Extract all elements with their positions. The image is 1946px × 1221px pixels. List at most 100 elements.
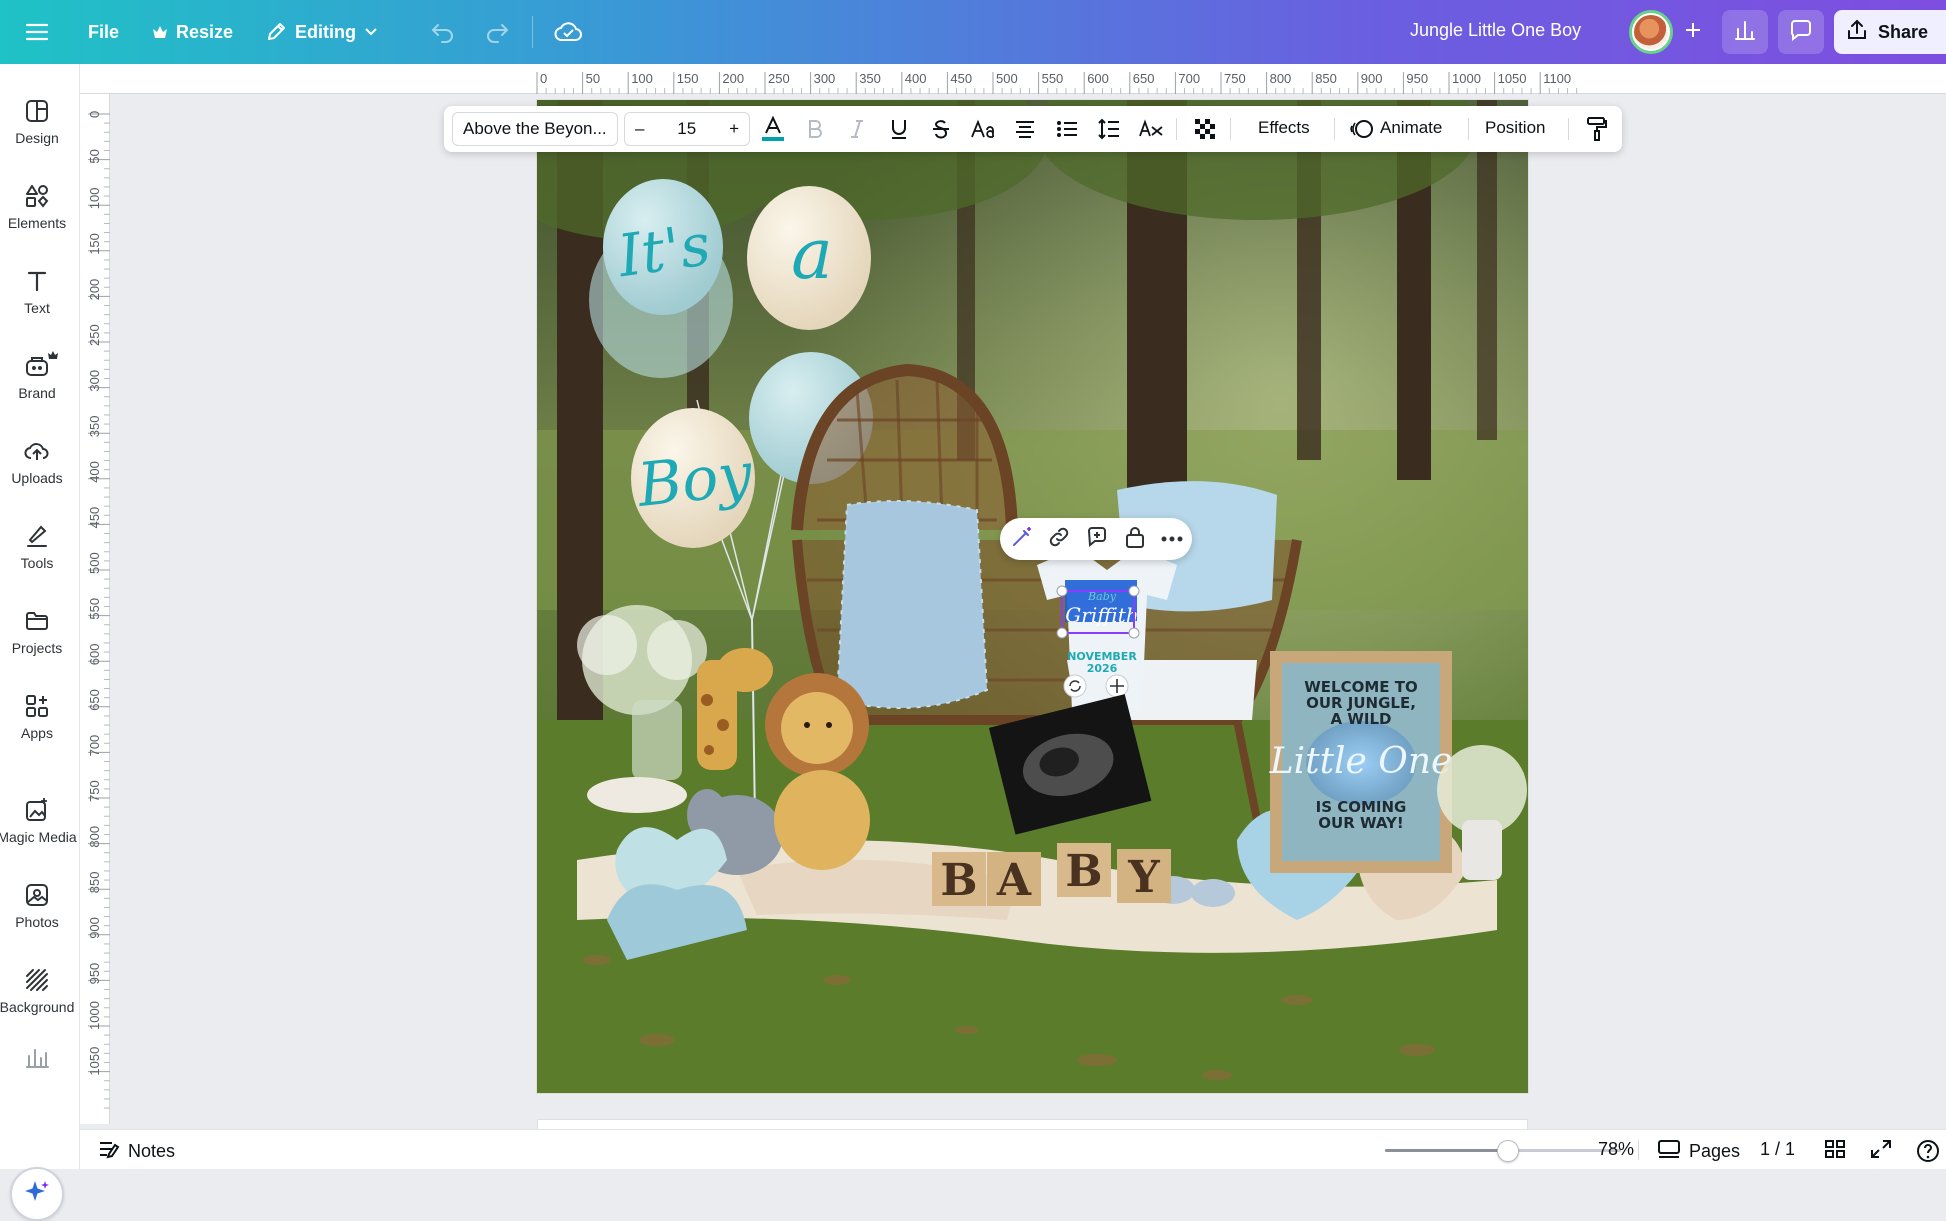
sidebar-item-elements[interactable]: Elements <box>0 169 74 245</box>
sidebar-item-background[interactable]: Background <box>0 953 74 1029</box>
pencil-icon <box>265 21 287 43</box>
lock-button[interactable] <box>1121 526 1149 552</box>
ruler-label: 50 <box>586 71 600 86</box>
decrease-font-size-button[interactable]: – <box>635 119 644 139</box>
save-status-button[interactable] <box>544 10 594 54</box>
ruler-label: 200 <box>722 71 744 86</box>
notes-button[interactable]: Notes <box>98 1139 175 1164</box>
animate-button[interactable]: Animate <box>1380 118 1442 138</box>
increase-font-size-button[interactable]: + <box>729 119 739 139</box>
sidebar-item-text[interactable]: Text <box>0 254 74 330</box>
transparency-button[interactable] <box>1190 114 1220 144</box>
letter-case-button[interactable] <box>968 114 998 144</box>
grid-view-button[interactable] <box>1824 1139 1846 1164</box>
comment-button[interactable] <box>1083 526 1111 552</box>
file-menu-button[interactable]: File <box>78 10 129 54</box>
align-button[interactable] <box>1010 114 1040 144</box>
ruler-label: 450 <box>950 71 972 86</box>
fullscreen-button[interactable] <box>1870 1139 1892 1164</box>
effects-button[interactable]: Effects <box>1258 118 1310 138</box>
design-page[interactable]: It's a Boy Baby Griffith NOVEMBER 2026 B… <box>537 100 1528 1093</box>
text-effects-button[interactable] <box>1136 114 1166 144</box>
sidebar-item-projects[interactable]: Projects <box>0 594 74 670</box>
document-title[interactable]: Jungle Little One Boy <box>1410 20 1581 41</box>
sidebar-item-apps[interactable]: Apps <box>0 679 74 755</box>
horizontal-ruler-scale: 0 50 100 150 200 250 300 350 400 450 500 550 600 650 7… <box>536 71 1578 94</box>
invite-button[interactable] <box>1675 14 1711 50</box>
ruler-label: 900 <box>1361 71 1383 86</box>
sidebar-item-label: Tools <box>20 555 54 571</box>
strikethrough-button[interactable] <box>926 114 956 144</box>
pages-label: Pages <box>1689 1141 1741 1161</box>
share-button[interactable]: Share <box>1834 10 1946 54</box>
onesie-name-text: Griffith <box>1065 603 1138 627</box>
sidebar-item-label: Magic Media <box>0 829 77 845</box>
spacing-button[interactable] <box>1094 114 1124 144</box>
ruler-label: 650 <box>87 689 102 711</box>
underline-button[interactable] <box>884 114 914 144</box>
zoom-slider-handle[interactable] <box>1496 1140 1519 1162</box>
more-options-button[interactable] <box>1158 526 1186 552</box>
editing-mode-dropdown[interactable]: Editing <box>255 10 388 54</box>
ruler-label: 950 <box>1406 71 1428 86</box>
sidebar-item-label: Background <box>0 999 75 1015</box>
sidebar-item-brand[interactable]: Brand <box>0 339 74 415</box>
vertical-ruler[interactable]: 0 50 100 150 200 250 300 350 400 450 500 550 600 650 7… <box>80 94 110 1124</box>
help-button[interactable] <box>1916 1139 1940 1168</box>
chart-icon <box>24 1044 50 1070</box>
ruler-label: 750 <box>87 780 102 802</box>
design-artwork[interactable]: It's a Boy Baby Griffith NOVEMBER 2026 B… <box>537 100 1528 1093</box>
insights-button[interactable] <box>1722 10 1768 54</box>
position-button[interactable]: Position <box>1485 118 1545 138</box>
font-family-dropdown[interactable]: Above the Beyon... <box>452 112 618 146</box>
sidebar-item-uploads[interactable]: Uploads <box>0 424 74 500</box>
copy-style-button[interactable] <box>1582 114 1612 144</box>
zoom-label: 78% <box>1598 1139 1635 1159</box>
chevron-down-icon <box>364 27 378 37</box>
comments-button[interactable] <box>1778 10 1824 54</box>
board-line-3: A WILD <box>1331 710 1392 728</box>
text-color-button[interactable] <box>758 114 788 144</box>
undo-icon <box>430 21 456 43</box>
list-button[interactable] <box>1052 114 1082 144</box>
sparkle-icon <box>23 1178 51 1211</box>
ruler-label: 150 <box>87 233 102 255</box>
font-name-label: Above the Beyon... <box>463 119 607 138</box>
ruler-label: 550 <box>1042 71 1064 86</box>
sidebar-item-label: Text <box>24 300 50 316</box>
resize-button[interactable]: Resize <box>142 10 243 54</box>
zoom-percentage-button[interactable]: 78% <box>1598 1139 1634 1160</box>
sidebar-item-label: Photos <box>15 914 59 930</box>
underline-icon <box>890 118 908 140</box>
crown-icon <box>152 25 168 39</box>
user-avatar[interactable] <box>1629 10 1673 54</box>
ruler-label: 350 <box>859 71 881 86</box>
main-menu-button[interactable] <box>16 10 58 54</box>
bold-button[interactable] <box>800 114 830 144</box>
zoom-slider[interactable] <box>1385 1140 1621 1162</box>
undo-button[interactable] <box>420 10 466 54</box>
italic-button[interactable] <box>842 114 872 144</box>
ruler-label: 950 <box>87 963 102 985</box>
add-comment-icon <box>1085 525 1109 554</box>
redo-button[interactable] <box>474 10 520 54</box>
projects-icon <box>24 608 50 634</box>
link-button[interactable] <box>1045 526 1073 552</box>
ruler-label: 600 <box>87 643 102 665</box>
pages-button[interactable]: Pages <box>1657 1139 1740 1164</box>
ruler-label: 1000 <box>87 1001 102 1030</box>
sidebar-item-photos[interactable]: Photos <box>0 868 74 944</box>
sidebar-item-label: Projects <box>11 640 63 656</box>
sidebar-item-design[interactable]: Design <box>0 84 74 160</box>
sidebar-item-tools[interactable]: Tools <box>0 509 74 585</box>
magic-edit-button[interactable] <box>1008 526 1036 552</box>
text-styles-icon <box>1138 119 1164 139</box>
sidebar-item-charts[interactable] <box>0 1032 74 1082</box>
magic-assistant-button[interactable] <box>10 1167 64 1221</box>
sidebar-item-magic-media[interactable]: Magic Media <box>0 783 77 859</box>
horizontal-ruler[interactable]: 0 50 100 150 200 250 300 350 400 450 500 550 600 650 7… <box>80 64 1946 94</box>
font-size-input[interactable]: 15 <box>644 119 729 139</box>
ruler-label: 350 <box>87 415 102 437</box>
text-color-swatch <box>762 137 784 141</box>
apps-icon <box>24 693 50 719</box>
